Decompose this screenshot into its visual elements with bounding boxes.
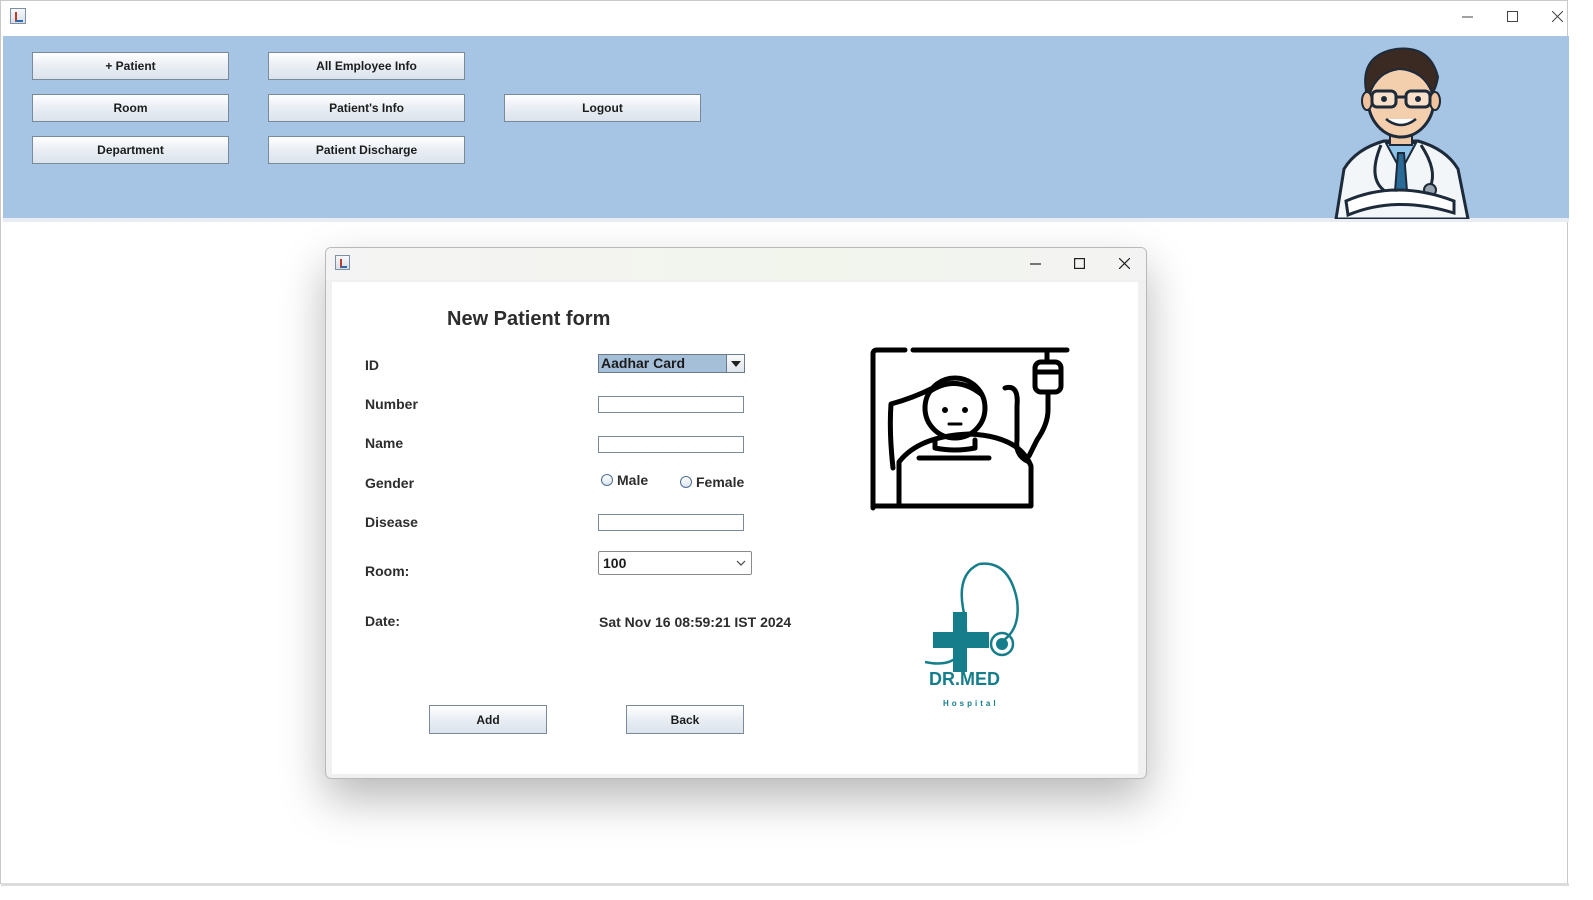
room-label: Room: <box>365 563 410 579</box>
add-patient-button[interactable]: + Patient <box>32 52 229 80</box>
back-button[interactable]: Back <box>626 705 744 734</box>
logo-name: DR.MED <box>929 669 1000 689</box>
radio-circle-icon[interactable] <box>601 474 613 486</box>
number-label: Number <box>365 396 418 412</box>
form-panel: New Patient form ID Aadhar Card Number N… <box>332 282 1138 774</box>
doctor-illustration <box>1334 47 1470 219</box>
patient-discharge-button[interactable]: Patient Discharge <box>268 136 465 164</box>
dialog-titlebar[interactable] <box>326 248 1146 280</box>
date-value: Sat Nov 16 08:59:21 IST 2024 <box>599 614 792 630</box>
patient-bed-icon <box>870 347 1070 511</box>
number-field[interactable] <box>598 396 744 413</box>
female-radio[interactable]: Female <box>680 474 744 490</box>
radio-circle-icon[interactable] <box>680 476 692 488</box>
logout-button[interactable]: Logout <box>504 94 701 122</box>
gender-label: Gender <box>365 475 415 491</box>
id-label: ID <box>365 357 379 373</box>
male-radio-label: Male <box>617 472 649 488</box>
add-button[interactable]: Add <box>429 705 547 734</box>
date-label: Date: <box>365 613 401 629</box>
close-icon[interactable] <box>1102 248 1146 278</box>
male-radio[interactable]: Male <box>601 472 648 488</box>
maximize-icon[interactable] <box>1490 1 1535 31</box>
id-type-combobox[interactable]: Aadhar Card <box>598 354 745 373</box>
name-label: Name <box>365 435 404 451</box>
disease-field[interactable] <box>598 514 744 531</box>
disease-label: Disease <box>365 514 418 530</box>
dropdown-arrow-icon[interactable] <box>726 355 744 372</box>
chevron-down-icon[interactable] <box>736 558 746 568</box>
logo-subtitle: Hospital <box>943 699 999 708</box>
female-radio-label: Female <box>696 474 745 490</box>
room-combobox[interactable]: 100 <box>598 551 752 575</box>
all-employee-info-button[interactable]: All Employee Info <box>268 52 465 80</box>
close-icon[interactable] <box>1535 1 1580 31</box>
java-app-icon <box>10 8 26 24</box>
patients-info-button[interactable]: Patient's Info <box>268 94 465 122</box>
department-button[interactable]: Department <box>32 136 229 164</box>
minimize-icon[interactable] <box>1445 1 1490 31</box>
status-strip <box>1 883 1569 886</box>
java-app-icon <box>335 255 350 270</box>
new-patient-dialog: New Patient form ID Aadhar Card Number N… <box>325 247 1147 779</box>
form-title: New Patient form <box>447 308 611 330</box>
minimize-icon[interactable] <box>1013 248 1057 278</box>
id-type-selected: Aadhar Card <box>599 355 726 372</box>
room-selected: 100 <box>603 555 627 571</box>
main-titlebar <box>1 1 1567 36</box>
maximize-icon[interactable] <box>1057 248 1101 278</box>
room-button[interactable]: Room <box>32 94 229 122</box>
name-field[interactable] <box>598 436 744 453</box>
